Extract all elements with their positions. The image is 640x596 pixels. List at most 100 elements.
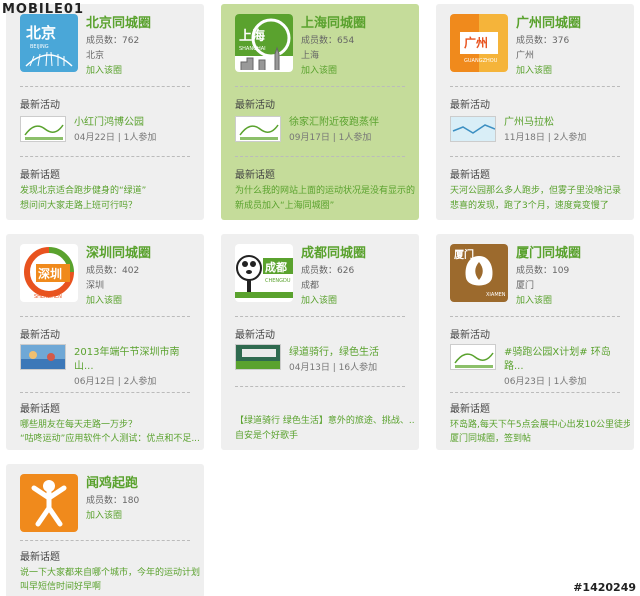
topic-link[interactable]: 悲喜的发现，跑了3个月，速度竟变慢了 (450, 199, 630, 214)
circle-title[interactable]: 广州同城圈 (516, 12, 581, 31)
activity-map-thumbnail[interactable] (450, 116, 496, 142)
topic-link[interactable]: 叫早短信时间好早啊 (20, 580, 200, 595)
activity-title[interactable]: 广州马拉松 (504, 116, 626, 130)
activity-meta: 04月22日 | 1人参加 (74, 133, 157, 143)
circle-meta: 成员数：180 加入该圈 (86, 494, 139, 524)
member-count: 成员数：402 (86, 266, 140, 276)
circle-title[interactable]: 深圳同城圈 (86, 242, 151, 261)
join-link[interactable]: 加入该圈 (86, 294, 139, 309)
city-name: 深圳 (86, 281, 105, 291)
circle-title[interactable]: 北京同城圈 (86, 12, 151, 31)
activity-title[interactable]: 2013年端午节深圳市南山... (74, 346, 196, 374)
topic-link[interactable]: “咕咚运动”应用软件个人测试：优点和不足... (20, 432, 200, 447)
join-link[interactable]: 加入该圈 (301, 64, 354, 79)
circle-card-morning-run[interactable]: 闻鸡起跑 成员数：180 加入该圈 最新话题 说一下大家都来自哪个城市，今年的运… (6, 464, 204, 596)
divider (235, 386, 405, 387)
join-link[interactable]: 加入该圈 (86, 509, 139, 524)
activity-photo-thumbnail[interactable] (235, 344, 281, 370)
watermark-bottom: #1420249 (573, 581, 636, 594)
latest-activity-label: 最新活动 (20, 100, 60, 111)
circle-title[interactable]: 上海同城圈 (301, 12, 366, 31)
latest-topic-label: 最新话题 (20, 552, 60, 563)
guangzhou-logo-icon[interactable]: 广州 GUANGZHOU (450, 14, 508, 72)
circle-title[interactable]: 成都同城圈 (301, 242, 366, 261)
circle-title[interactable]: 厦门同城圈 (516, 242, 581, 261)
xiamen-logo-icon[interactable]: 厦门 XIAMEN (450, 244, 508, 302)
topic-link[interactable]: 厦门同城圈，签到帖 (450, 432, 630, 447)
divider (235, 86, 405, 87)
activity-photo-thumbnail[interactable] (20, 344, 66, 370)
logo-sub: SHANGHAI (239, 46, 266, 52)
logo-text: 上海 (239, 28, 265, 44)
activity-title[interactable]: 徐家汇附近夜跑蒸伴 (289, 116, 411, 130)
runner-logo-icon[interactable] (20, 474, 78, 532)
divider (20, 540, 190, 541)
shenzhen-logo-icon[interactable]: 深圳 SHENZHEN (20, 244, 78, 302)
circle-card-chengdu[interactable]: 成都 CHENGDU 成都同城圈 成员数：626 成都 加入该圈 最新活动 绿道… (221, 234, 419, 450)
activity-meta: 09月17日 | 1人参加 (289, 133, 372, 143)
circle-card-guangzhou[interactable]: 广州 GUANGZHOU 广州同城圈 成员数：376 广州 加入该圈 最新活动 … (436, 4, 634, 220)
circle-meta: 成员数：654 上海 加入该圈 (301, 34, 354, 79)
activity-title[interactable]: 绿道骑行，绿色生活 (289, 346, 411, 360)
latest-activity-label: 最新活动 (235, 100, 275, 111)
circle-meta: 成员数：626 成都 加入该圈 (301, 264, 354, 309)
shanghai-logo-icon[interactable]: 上海 SHANGHAI (235, 14, 293, 72)
join-link[interactable]: 加入该圈 (301, 294, 354, 309)
topic-link[interactable]: 天河公园那么多人跑步，但雾子里没啥记录 (450, 184, 630, 199)
city-name: 北京 (86, 51, 105, 61)
city-name: 成都 (301, 281, 320, 291)
logo-text: 北京 (26, 24, 56, 42)
join-link[interactable]: 加入该圈 (516, 64, 569, 79)
activity-title[interactable]: #骑跑公园X计划# 环岛路... (504, 346, 626, 374)
divider (235, 156, 405, 157)
member-count: 成员数：762 (86, 36, 140, 46)
topic-link[interactable]: 新成员加入“上海同城圈” (235, 199, 415, 214)
logo-sub: SHENZHEN (34, 294, 62, 300)
divider (450, 392, 620, 393)
activity-meta: 11月18日 | 2人参加 (504, 133, 587, 143)
circle-card-shanghai[interactable]: 上海 SHANGHAI 上海同城圈 成员数：654 上海 加入该圈 最新活动 徐… (221, 4, 419, 220)
join-link[interactable]: 加入该圈 (516, 294, 569, 309)
join-link[interactable]: 加入该圈 (86, 64, 139, 79)
activity-map-thumbnail[interactable] (235, 116, 281, 142)
topic-link[interactable]: 想问问大家走路上班可行吗？ (20, 199, 200, 214)
latest-topic-label: 最新话题 (20, 404, 60, 415)
topic-link[interactable]: 自安是个好歌手 (235, 429, 415, 444)
latest-activity-label: 最新活动 (20, 330, 60, 341)
latest-activity-label: 最新活动 (235, 330, 275, 341)
topic-link[interactable]: 说一下大家都来自哪个城市，今年的运动计划... (20, 566, 200, 581)
topic-link[interactable]: 【绿道骑行 绿色生活】意外的旅途、挑战、... (235, 414, 415, 429)
latest-topic-label: 最新话题 (450, 170, 490, 181)
circle-meta: 成员数：762 北京 加入该圈 (86, 34, 139, 79)
circle-card-beijing[interactable]: 北京 BEIJING 北京同城圈 成员数：762 北京 加入该圈 最新活动 小红… (6, 4, 204, 220)
latest-activity-label: 最新活动 (450, 100, 490, 111)
chengdu-logo-icon[interactable]: 成都 CHENGDU (235, 244, 293, 302)
member-count: 成员数：654 (301, 36, 355, 46)
latest-activity-label: 最新活动 (450, 330, 490, 341)
topic-link[interactable]: 环岛路,每天下午5点会展中心出发10公里徒步 (450, 418, 630, 433)
activity-map-thumbnail[interactable] (20, 116, 66, 142)
member-count: 成员数：376 (516, 36, 570, 46)
latest-topic-label: 最新话题 (235, 170, 275, 181)
divider (450, 156, 620, 157)
topic-link[interactable]: 为什么我的网站上面的运动状况是没有显示的... (235, 184, 415, 199)
topic-link[interactable]: 发现北京适合跑步健身的“绿道” (20, 184, 200, 199)
latest-topic-label: 最新话题 (20, 170, 60, 181)
activity-meta: 06月12日 | 2人参加 (74, 377, 157, 387)
circle-meta: 成员数：109 厦门 加入该圈 (516, 264, 569, 309)
member-count: 成员数：109 (516, 266, 570, 276)
city-name: 广州 (516, 51, 535, 61)
circle-title[interactable]: 闻鸡起跑 (86, 472, 138, 491)
activity-meta: 06月23日 | 1人参加 (504, 377, 587, 387)
circle-card-xiamen[interactable]: 厦门 XIAMEN 厦门同城圈 成员数：109 厦门 加入该圈 最新活动 #骑跑… (436, 234, 634, 450)
activity-map-thumbnail[interactable] (450, 344, 496, 370)
logo-sub: XIAMEN (486, 292, 506, 298)
logo-sub: GUANGZHOU (464, 58, 498, 64)
circle-card-shenzhen[interactable]: 深圳 SHENZHEN 深圳同城圈 成员数：402 深圳 加入该圈 最新活动 2… (6, 234, 204, 450)
activity-title[interactable]: 小红门鸿博公园 (74, 116, 196, 130)
topic-link[interactable]: 哪些朋友在每天走路一万步？ (20, 418, 200, 433)
beijing-logo-icon[interactable]: 北京 BEIJING (20, 14, 78, 72)
divider (20, 86, 190, 87)
circle-meta: 成员数：376 广州 加入该圈 (516, 34, 569, 79)
member-count: 成员数：626 (301, 266, 355, 276)
